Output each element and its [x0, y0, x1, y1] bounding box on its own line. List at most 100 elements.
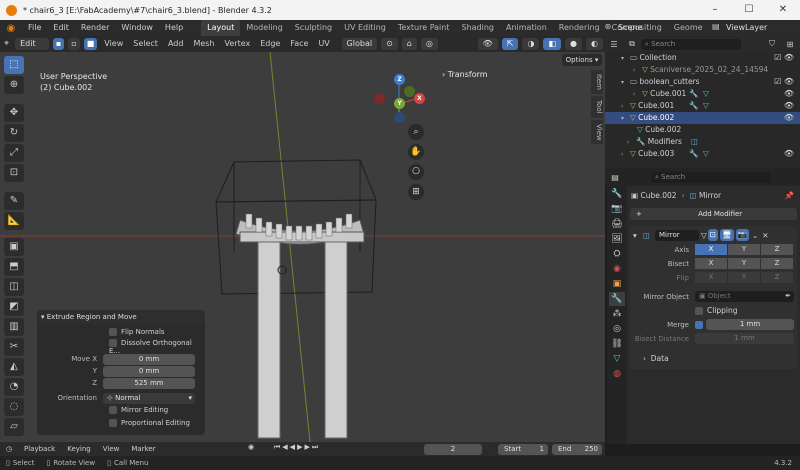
- gizmo-toggle-icon[interactable]: ⇱: [501, 38, 519, 50]
- menu-file[interactable]: File: [22, 20, 47, 36]
- tab-animation[interactable]: Animation: [500, 20, 553, 36]
- shading-material-icon[interactable]: ◐: [586, 38, 603, 50]
- tab-rendering[interactable]: Rendering: [553, 20, 606, 36]
- pin-icon[interactable]: 📌: [785, 191, 794, 200]
- transform-icon[interactable]: ⊡: [4, 164, 24, 182]
- data-subpanel-header[interactable]: › Data: [633, 351, 794, 365]
- gizmo-z-axis[interactable]: Z: [394, 74, 405, 85]
- gizmo-y-axis[interactable]: Y: [394, 98, 405, 109]
- filter-icon[interactable]: ⛉: [763, 39, 781, 49]
- outliner-row-boolean-cutters[interactable]: ▾ ▭ boolean_cutters ☑ 👁: [605, 76, 800, 88]
- timeline-editor-icon[interactable]: ◷: [0, 445, 18, 453]
- sidebar-tab-view[interactable]: View: [591, 119, 603, 145]
- redo-panel-header[interactable]: ▾ Extrude Region and Move: [37, 310, 205, 324]
- cursor-icon[interactable]: ⊕: [4, 76, 24, 94]
- pan-hand-icon[interactable]: ✋: [408, 144, 424, 160]
- move-x-field[interactable]: 0 mm: [103, 353, 195, 365]
- pivot-icon[interactable]: ⊙: [381, 38, 398, 50]
- eyedropper-icon[interactable]: ✒: [785, 291, 794, 302]
- menu-view[interactable]: View: [99, 36, 128, 52]
- tab-layout[interactable]: Layout: [201, 20, 241, 36]
- outliner-row-collection[interactable]: ▾ ▭ Collection ☑ 👁: [605, 52, 800, 64]
- move-icon[interactable]: ✥: [4, 104, 24, 122]
- axis-x-toggle[interactable]: X: [695, 244, 727, 255]
- snap-icon[interactable]: ⌂: [401, 38, 417, 50]
- data-tab-icon[interactable]: ▽: [609, 352, 625, 366]
- delete-modifier-icon[interactable]: ✕: [762, 231, 768, 240]
- perspective-grid-icon[interactable]: ⊞: [408, 184, 424, 200]
- sidebar-tab-item[interactable]: Item: [591, 70, 603, 94]
- menu-vertex[interactable]: Vertex: [220, 36, 256, 52]
- scene-tab-icon[interactable]: ⛭: [609, 247, 625, 261]
- timeline-marker-menu[interactable]: Marker: [125, 445, 161, 453]
- outliner-row-cube002[interactable]: ▾ ▽ Cube.002 👁: [605, 112, 800, 124]
- shear-icon[interactable]: ▱: [4, 418, 24, 436]
- flip-x-toggle[interactable]: X: [695, 272, 727, 283]
- knife-icon[interactable]: ✂: [4, 338, 24, 356]
- gizmo-x-axis[interactable]: X: [414, 93, 425, 104]
- flip-normals-checkbox[interactable]: Flip Normals: [37, 324, 205, 337]
- properties-search-input[interactable]: ⌕ Search: [651, 171, 771, 183]
- menu-edge[interactable]: Edge: [255, 36, 285, 52]
- select-box-icon[interactable]: ⬚: [4, 56, 24, 74]
- view-layer-tab-icon[interactable]: 🖼: [609, 232, 625, 246]
- measure-icon[interactable]: 📐: [4, 212, 24, 230]
- menu-render[interactable]: Render: [75, 20, 115, 36]
- eye-icon[interactable]: ☑ 👁: [774, 52, 794, 64]
- outliner-row-modifiers[interactable]: › 🔧 Modifiers ◫: [605, 136, 800, 148]
- playback-controls[interactable]: ⏮◀◀▶▶⏭: [274, 443, 320, 452]
- menu-face[interactable]: Face: [285, 36, 313, 52]
- minimize-icon[interactable]: –: [698, 0, 732, 20]
- timeline-keying-menu[interactable]: Keying: [61, 445, 97, 453]
- render-toggle-icon[interactable]: 📷: [735, 229, 749, 241]
- inset-icon[interactable]: ◫: [4, 278, 24, 296]
- orientation-dropdown[interactable]: ⊹ Normal ▾: [103, 392, 195, 404]
- modifiers-tab-icon[interactable]: 🔧: [609, 292, 625, 306]
- rotate-icon[interactable]: ↻: [4, 124, 24, 142]
- mirror-editing-checkbox[interactable]: Mirror Editing: [37, 404, 205, 417]
- outliner-search-input[interactable]: ⌕ Search: [641, 38, 741, 50]
- smooth-icon[interactable]: ◌: [4, 398, 24, 416]
- annotate-icon[interactable]: ✎: [4, 192, 24, 210]
- flip-z-toggle[interactable]: Z: [761, 272, 793, 283]
- camera-view-icon[interactable]: ⎔: [408, 164, 424, 180]
- tab-sculpting[interactable]: Sculpting: [289, 20, 338, 36]
- bevel-icon[interactable]: ◩: [4, 298, 24, 316]
- constraints-tab-icon[interactable]: ⛓: [609, 337, 625, 351]
- shading-solid-icon[interactable]: ●: [565, 38, 582, 50]
- outliner-row-cube003[interactable]: › ▽ Cube.003 🔧 ▽ 👁: [605, 148, 800, 160]
- move-z-field[interactable]: 525 mm: [103, 377, 195, 389]
- new-collection-icon[interactable]: ⊞: [781, 40, 799, 49]
- outliner-row-cube002-mesh[interactable]: ▽ Cube.002: [605, 124, 800, 136]
- bisect-z-toggle[interactable]: Z: [761, 258, 793, 269]
- viewport-toggle-icon[interactable]: 🖥: [720, 229, 734, 241]
- transform-panel-toggle[interactable]: › Transform: [442, 70, 488, 79]
- expand-icon[interactable]: ›: [621, 149, 630, 161]
- world-tab-icon[interactable]: ◉: [609, 262, 625, 276]
- edit-mode-toggle-icon[interactable]: ▽: [701, 231, 707, 240]
- gizmo-neg-y-axis[interactable]: [404, 86, 415, 97]
- move-y-field[interactable]: 0 mm: [103, 365, 195, 377]
- eye-icon[interactable]: 👁: [784, 148, 794, 160]
- extrude-icon[interactable]: ⬒: [4, 258, 24, 276]
- merge-checkbox[interactable]: [695, 320, 703, 329]
- physics-tab-icon[interactable]: ◎: [609, 322, 625, 336]
- scale-icon[interactable]: ⤢: [4, 144, 24, 162]
- overlay-icon[interactable]: ◑: [522, 38, 540, 50]
- add-modifier-button[interactable]: + Add Modifier: [630, 208, 797, 220]
- particles-tab-icon[interactable]: ⁂: [609, 307, 625, 321]
- menu-select[interactable]: Select: [128, 36, 163, 52]
- spin-icon[interactable]: ◔: [4, 378, 24, 396]
- editor-type-icon[interactable]: ⌖: [0, 39, 13, 49]
- gizmo-neg-x-axis[interactable]: [374, 93, 385, 104]
- filter-display-icon[interactable]: ⧉: [623, 39, 641, 49]
- tool-tab-icon[interactable]: 🔧: [609, 187, 625, 201]
- bisect-y-toggle[interactable]: Y: [728, 258, 760, 269]
- orientation-selector[interactable]: Global: [341, 38, 378, 50]
- menu-window[interactable]: Window: [115, 20, 159, 36]
- menu-help[interactable]: Help: [159, 20, 189, 36]
- poly-build-icon[interactable]: ◭: [4, 358, 24, 376]
- current-frame-field[interactable]: 2: [424, 444, 482, 455]
- menu-mesh[interactable]: Mesh: [188, 36, 219, 52]
- zoom-icon[interactable]: ⌕: [408, 124, 424, 140]
